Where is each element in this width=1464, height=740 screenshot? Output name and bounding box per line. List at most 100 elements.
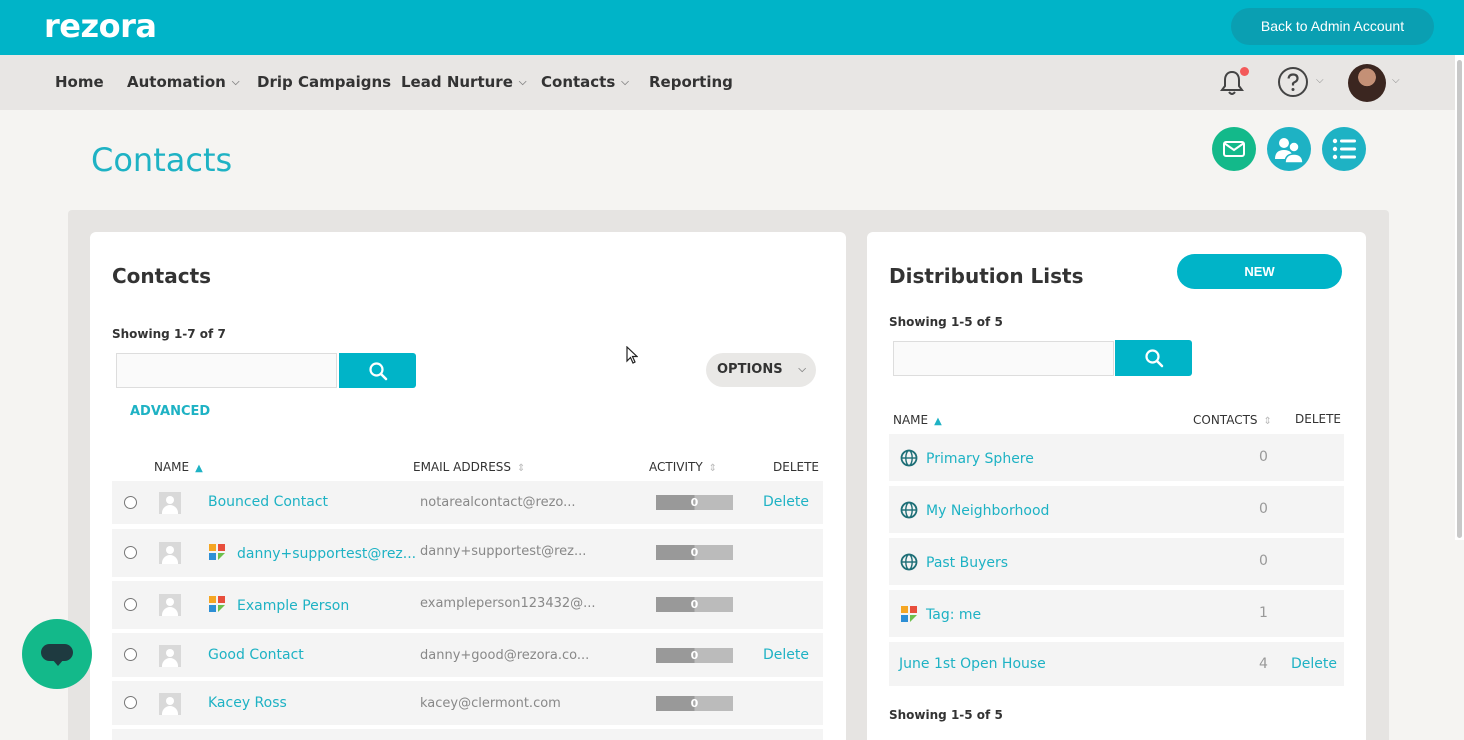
list-name[interactable]: Past Buyers — [926, 555, 1008, 571]
column-header-list-delete: DELETE — [1295, 412, 1342, 426]
contact-email: notarealcontact@rezo... — [420, 495, 576, 510]
rezora-logo[interactable]: rezora — [44, 7, 157, 45]
new-list-button[interactable]: NEW — [1177, 254, 1342, 289]
chevron-down-icon: ⌵ — [518, 77, 527, 88]
sort-asc-icon: ▲ — [934, 416, 942, 427]
nav-home[interactable]: Home — [55, 73, 104, 91]
user-avatar-icon — [159, 492, 181, 514]
chevron-down-icon[interactable]: ⌵ — [1316, 75, 1324, 86]
globe-icon — [900, 449, 918, 467]
list-name[interactable]: June 1st Open House — [899, 656, 1046, 672]
table-row: Kacey Ross kacey@clermont.com 0 — [112, 681, 823, 725]
list-icon — [1332, 138, 1356, 160]
list-name[interactable]: My Neighborhood — [926, 503, 1049, 519]
contacts-card-title: Contacts — [112, 264, 212, 288]
contact-name[interactable]: Kacey Ross — [208, 695, 287, 711]
table-row — [112, 729, 823, 740]
delete-link[interactable]: Delete — [763, 494, 809, 510]
list-contact-count: 0 — [1259, 449, 1268, 465]
advanced-search-link[interactable]: ADVANCED — [130, 404, 210, 419]
column-header-delete: DELETE — [773, 460, 820, 474]
help-icon[interactable] — [1277, 66, 1309, 98]
column-header-contacts[interactable]: CONTACTS ⇕ — [1193, 413, 1272, 427]
activity-bar: 0 — [656, 495, 733, 510]
nav-lead-nurture[interactable]: Lead Nurture ⌵ — [401, 73, 526, 91]
user-avatar-icon — [159, 645, 181, 667]
page-title: Contacts — [91, 141, 233, 179]
list-item: My Neighborhood 0 — [889, 486, 1344, 533]
activity-bar: 0 — [656, 696, 733, 711]
lists-showing-count: Showing 1-5 of 5 — [889, 315, 1003, 329]
activity-bar: 0 — [656, 597, 733, 612]
list-item: Past Buyers 0 — [889, 538, 1344, 585]
list-name[interactable]: Tag: me — [926, 607, 981, 623]
delete-link[interactable]: Delete — [763, 647, 809, 663]
contacts-search-button[interactable] — [339, 353, 416, 388]
notification-badge — [1240, 67, 1249, 76]
chevron-down-icon: ⌵ — [621, 77, 629, 88]
contact-email: danny+supportest@rez... — [420, 544, 587, 559]
contacts-showing-count: Showing 1-7 of 7 — [112, 327, 226, 341]
list-item: Primary Sphere 0 — [889, 434, 1344, 481]
chevron-down-icon: ⌵ — [798, 364, 806, 375]
page-scrollbar-thumb[interactable] — [1457, 60, 1462, 538]
contacts-search-input[interactable] — [116, 353, 337, 388]
activity-bar: 0 — [656, 648, 733, 663]
list-contact-count: 1 — [1259, 605, 1268, 621]
search-icon — [1144, 349, 1163, 368]
lists-card-title: Distribution Lists — [889, 264, 1084, 288]
chat-button[interactable] — [22, 619, 92, 689]
people-icon — [1275, 138, 1304, 164]
column-header-name[interactable]: NAME ▲ — [154, 460, 203, 474]
rezora-tag-icon — [209, 544, 225, 560]
nav-reporting[interactable]: Reporting — [649, 73, 733, 91]
avatar[interactable] — [1348, 64, 1386, 102]
contact-name[interactable]: Good Contact — [208, 647, 304, 663]
row-select-radio[interactable] — [124, 648, 137, 661]
nav-contacts[interactable]: Contacts ⌵ — [541, 73, 629, 91]
mail-button[interactable] — [1212, 127, 1256, 171]
contact-email: exampleperson123432@... — [420, 596, 596, 611]
list-contact-count: 4 — [1259, 656, 1268, 672]
options-dropdown[interactable]: OPTIONS ⌵ — [706, 353, 816, 387]
lists-search-input[interactable] — [893, 341, 1114, 376]
people-button[interactable] — [1267, 127, 1311, 171]
chevron-down-icon[interactable]: ⌵ — [1392, 75, 1400, 86]
globe-icon — [900, 501, 918, 519]
list-name[interactable]: Primary Sphere — [926, 451, 1034, 467]
mouse-cursor-icon — [626, 346, 638, 364]
list-contact-count: 0 — [1259, 501, 1268, 517]
activity-bar: 0 — [656, 545, 733, 560]
list-item: Tag: me 1 — [889, 590, 1344, 637]
contact-email: danny+good@rezora.co... — [420, 648, 590, 663]
user-avatar-icon — [159, 594, 181, 616]
row-select-radio[interactable] — [124, 598, 137, 611]
column-header-activity[interactable]: ACTIVITY ⇕ — [649, 460, 717, 474]
table-row: Bounced Contact notarealcontact@rezo... … — [112, 481, 823, 524]
contact-name[interactable]: danny+supportest@rez... — [237, 546, 416, 562]
mail-icon — [1223, 141, 1245, 157]
delete-link[interactable]: Delete — [1291, 656, 1337, 672]
contact-name[interactable]: Example Person — [237, 598, 349, 614]
column-header-list-name[interactable]: NAME ▲ — [893, 413, 942, 427]
search-icon — [368, 361, 387, 380]
rezora-tag-icon — [209, 596, 225, 612]
row-select-radio[interactable] — [124, 546, 137, 559]
globe-icon — [900, 553, 918, 571]
back-to-admin-button[interactable]: Back to Admin Account — [1231, 8, 1434, 45]
contact-name[interactable]: Bounced Contact — [208, 494, 328, 510]
row-select-radio[interactable] — [124, 496, 137, 509]
list-button[interactable] — [1322, 127, 1366, 171]
nav-drip-campaigns[interactable]: Drip Campaigns — [257, 73, 391, 91]
user-avatar-icon — [159, 693, 181, 715]
sort-icon: ⇕ — [517, 463, 526, 474]
lists-search-button[interactable] — [1115, 340, 1192, 376]
column-header-email[interactable]: EMAIL ADDRESS ⇕ — [413, 460, 525, 474]
sort-asc-icon: ▲ — [195, 463, 203, 474]
chevron-down-icon: ⌵ — [231, 77, 240, 88]
nav-automation[interactable]: Automation ⌵ — [127, 73, 239, 91]
row-select-radio[interactable] — [124, 696, 137, 709]
sort-icon: ⇕ — [1263, 416, 1272, 427]
table-row: Example Person exampleperson123432@... 0 — [112, 581, 823, 629]
top-bar: rezora Back to Admin Account — [0, 0, 1464, 55]
